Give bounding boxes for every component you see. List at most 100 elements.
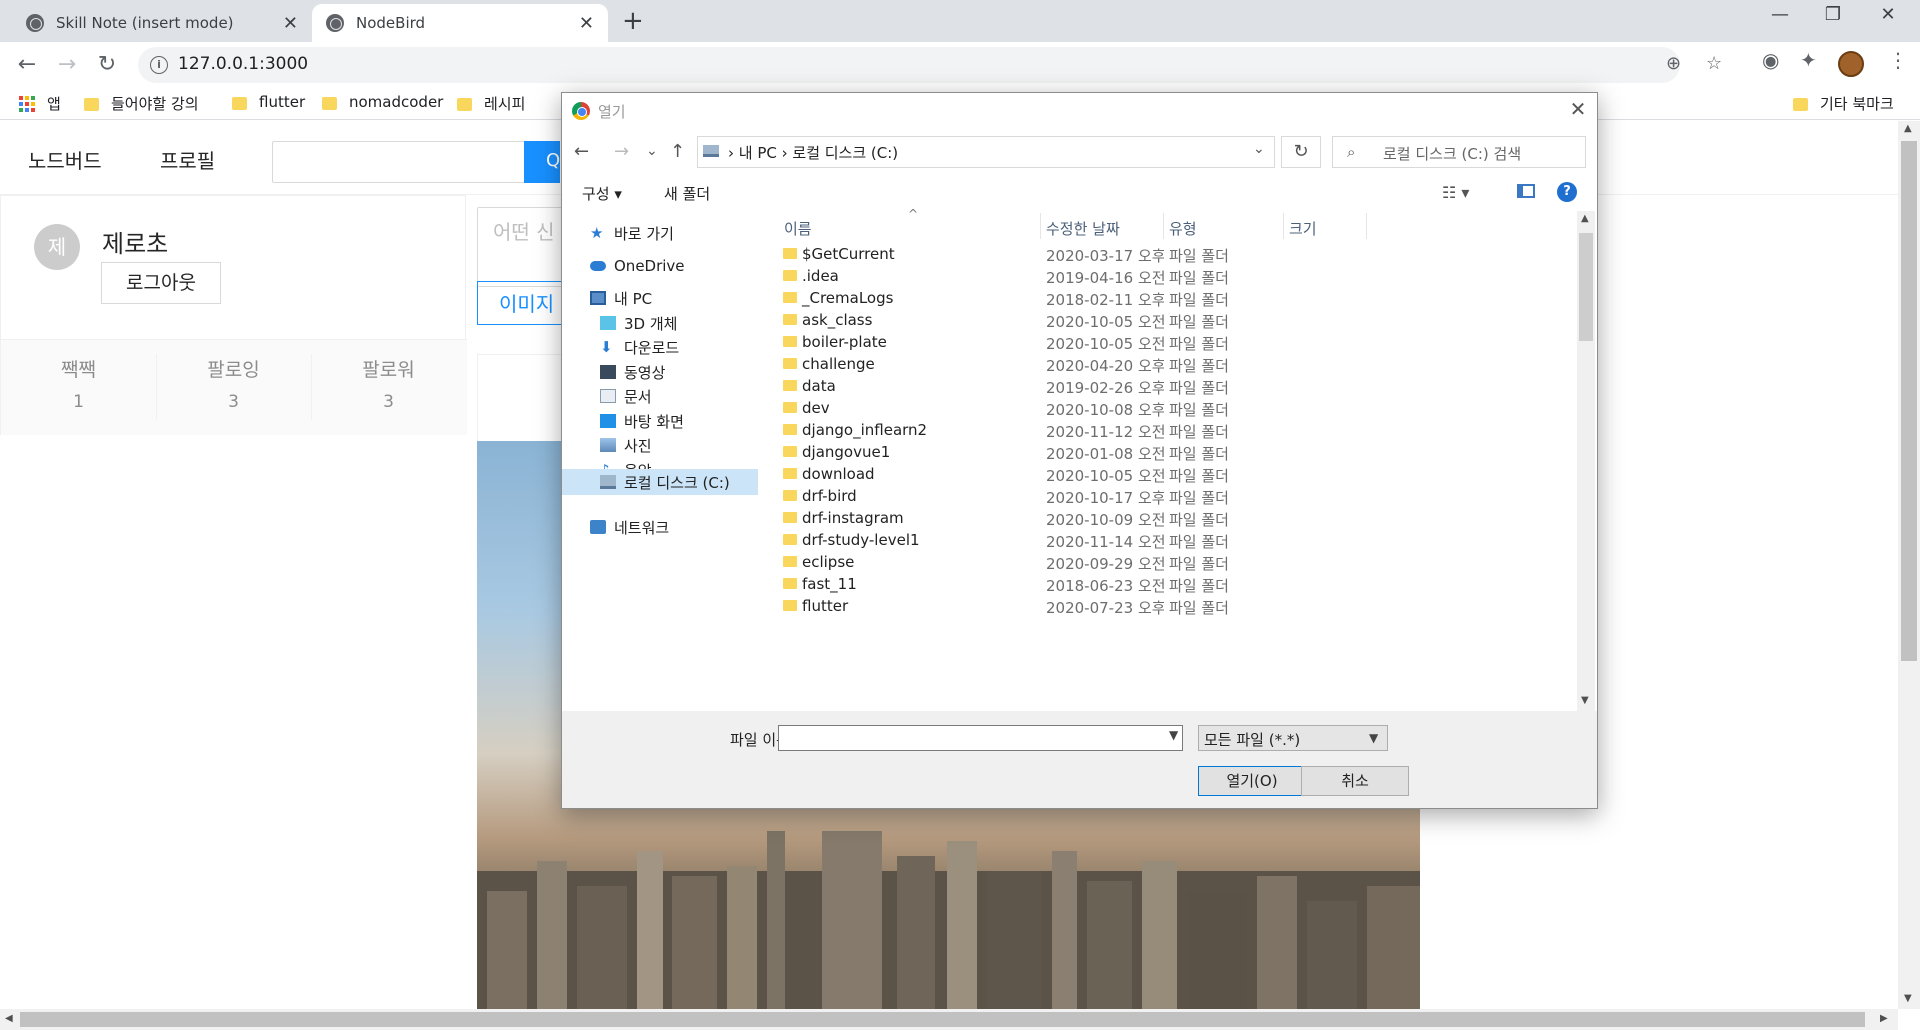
table-row[interactable]: drf-bird 2020-10-17 오후 5... 파일 폴더	[762, 486, 1577, 508]
column-date[interactable]: 수정한 날짜	[1046, 218, 1120, 239]
horizontal-scrollbar[interactable]: ◀ ▶	[0, 1009, 1898, 1030]
dialog-search-input[interactable]: ⌕ 로컬 디스크 (C:) 검색	[1332, 136, 1586, 168]
table-row[interactable]: .idea 2019-04-16 오전 1... 파일 폴더	[762, 266, 1577, 288]
bookmark-apps[interactable]: 앱	[19, 93, 61, 114]
nav-downloads[interactable]: ⬇ 다운로드	[562, 333, 758, 361]
table-row[interactable]: $GetCurrent 2020-03-17 오후 6... 파일 폴더	[762, 244, 1577, 266]
scroll-right-icon[interactable]: ▶	[1880, 1013, 1888, 1024]
column-divider[interactable]	[1283, 213, 1284, 239]
nav-pictures[interactable]: 사진	[562, 431, 758, 459]
table-row[interactable]: djangovue1 2020-01-08 오전 1... 파일 폴더	[762, 442, 1577, 464]
menu-kebab-icon[interactable]: ⋮	[1888, 48, 1908, 72]
tab-nodebird[interactable]: NodeBird ✕	[312, 4, 608, 42]
bookmark-folder[interactable]: flutter	[232, 93, 305, 111]
info-icon[interactable]: i	[150, 56, 168, 74]
table-row[interactable]: ask_class 2020-10-05 오전 7... 파일 폴더	[762, 310, 1577, 332]
cancel-button[interactable]: 취소	[1301, 766, 1409, 796]
help-icon[interactable]: ?	[1557, 182, 1577, 202]
nav-documents[interactable]: 문서	[562, 382, 758, 410]
filename-input[interactable]: ▼	[778, 725, 1183, 751]
menu-profile[interactable]: 프로필	[160, 145, 215, 174]
scroll-left-icon[interactable]: ◀	[5, 1013, 13, 1024]
dialog-address-bar[interactable]: › 내 PC › 로컬 디스크 (C:) ⌄	[697, 136, 1275, 168]
menu-nodebird[interactable]: 노드버드	[28, 145, 102, 174]
chevron-down-icon[interactable]: ▼	[1169, 728, 1178, 742]
new-tab-button[interactable]: +	[622, 6, 644, 36]
nav-local-disk-c[interactable]: 로컬 디스크 (C:)	[562, 469, 758, 495]
table-row[interactable]: boiler-plate 2020-10-05 오전 7... 파일 폴더	[762, 332, 1577, 354]
scroll-up-icon[interactable]: ▲	[1581, 213, 1589, 224]
reload-button[interactable]: ↻	[93, 51, 121, 79]
scroll-down-icon[interactable]: ▼	[1904, 993, 1912, 1004]
vertical-scrollbar[interactable]: ▲ ▼	[1898, 121, 1920, 1009]
column-divider[interactable]	[1366, 213, 1367, 239]
dialog-refresh-button[interactable]: ↻	[1281, 136, 1321, 168]
zoom-icon[interactable]: ⊕	[1666, 53, 1681, 74]
scroll-thumb[interactable]	[1901, 141, 1917, 661]
up-folder-button[interactable]: ↑	[670, 141, 685, 162]
url-text[interactable]: 127.0.0.1:3000	[178, 54, 308, 74]
dialog-close-button[interactable]: ✕	[1564, 97, 1592, 121]
address-bar[interactable]: i 127.0.0.1:3000 ⊕ ☆	[138, 47, 1722, 83]
preview-pane-icon[interactable]	[1517, 184, 1535, 198]
new-folder-button[interactable]: 새 폴더	[664, 183, 710, 204]
bookmark-other[interactable]: 기타 북마크	[1793, 93, 1894, 114]
dialog-forward-button[interactable]: →	[614, 141, 629, 162]
table-row[interactable]: data 2019-02-26 오후 2... 파일 폴더	[762, 376, 1577, 398]
table-row[interactable]: django_inflearn2 2020-11-12 오전 1... 파일 폴더	[762, 420, 1577, 442]
column-type[interactable]: 유형	[1169, 218, 1197, 239]
stat-followers[interactable]: 팔로워 3	[311, 340, 466, 436]
search-input[interactable]	[272, 141, 525, 183]
table-row[interactable]: _CremaLogs 2018-02-11 오후 9... 파일 폴더	[762, 288, 1577, 310]
scroll-thumb[interactable]	[1579, 233, 1593, 341]
table-row[interactable]: challenge 2020-04-20 오후 1... 파일 폴더	[762, 354, 1577, 376]
minimize-button[interactable]: —	[1760, 4, 1800, 25]
bookmark-folder[interactable]: 레시피	[457, 93, 525, 114]
scroll-up-icon[interactable]: ▲	[1904, 123, 1912, 134]
scroll-thumb[interactable]	[20, 1012, 1865, 1027]
column-divider[interactable]	[1040, 213, 1041, 239]
extensions-puzzle-icon[interactable]: ✦	[1800, 48, 1817, 72]
bookmark-folder[interactable]: nomadcoder	[322, 93, 443, 111]
table-row[interactable]: eclipse 2020-09-29 오전 7... 파일 폴더	[762, 552, 1577, 574]
column-divider[interactable]	[1163, 213, 1164, 239]
address-path[interactable]: › 내 PC › 로컬 디스크 (C:)	[728, 142, 898, 163]
window-close-button[interactable]: ✕	[1868, 4, 1908, 25]
profile-avatar-icon[interactable]	[1838, 51, 1864, 77]
chevron-down-icon[interactable]: ▼	[1369, 731, 1378, 745]
search-button[interactable]: Q	[524, 141, 560, 183]
back-button[interactable]: ←	[13, 51, 41, 79]
extension-audio-icon[interactable]: ◉	[1762, 48, 1779, 72]
nav-this-pc[interactable]: 내 PC	[562, 284, 758, 312]
scroll-down-icon[interactable]: ▼	[1581, 695, 1589, 706]
logout-button[interactable]: 로그아웃	[101, 262, 221, 304]
bookmark-folder[interactable]: 들어야할 강의	[84, 93, 199, 114]
table-row[interactable]: flutter 2020-07-23 오후 8... 파일 폴더	[762, 596, 1577, 618]
table-row[interactable]: dev 2020-10-08 오후 4... 파일 폴더	[762, 398, 1577, 420]
table-row[interactable]: drf-instagram 2020-10-09 오전 6... 파일 폴더	[762, 508, 1577, 530]
dialog-back-button[interactable]: ←	[574, 141, 589, 162]
column-name[interactable]: 이름	[784, 218, 812, 239]
file-list-scrollbar[interactable]: ▲ ▼	[1577, 211, 1595, 711]
stat-posts[interactable]: 짹짹 1	[1, 340, 156, 436]
filetype-select[interactable]: 모든 파일 (*.*) ▼	[1198, 725, 1388, 751]
column-size[interactable]: 크기	[1289, 218, 1317, 239]
nav-quick-access[interactable]: ★ 바로 가기	[562, 219, 758, 247]
nav-onedrive[interactable]: OneDrive	[562, 252, 758, 280]
maximize-button[interactable]: ❐	[1813, 4, 1853, 25]
nav-network[interactable]: 네트워크	[562, 513, 758, 541]
table-row[interactable]: download 2020-10-05 오전 9... 파일 폴더	[762, 464, 1577, 486]
bookmark-star-icon[interactable]: ☆	[1706, 53, 1722, 74]
recent-locations-button[interactable]: ⌄	[646, 143, 658, 159]
forward-button[interactable]: →	[53, 51, 81, 79]
chevron-down-icon[interactable]: ⌄	[1253, 141, 1265, 157]
stat-following[interactable]: 팔로잉 3	[156, 340, 311, 436]
table-row[interactable]: fast_11 2018-06-23 오전 5... 파일 폴더	[762, 574, 1577, 596]
open-button[interactable]: 열기(O)	[1198, 766, 1306, 796]
table-row[interactable]: drf-study-level1 2020-11-14 오전 1... 파일 폴더	[762, 530, 1577, 552]
close-icon[interactable]: ✕	[283, 13, 298, 34]
view-options-icon[interactable]: ☷ ▾	[1442, 183, 1469, 202]
close-icon[interactable]: ✕	[579, 13, 594, 34]
organize-button[interactable]: 구성 ▾	[582, 183, 622, 204]
tab-skill-note[interactable]: Skill Note (insert mode) ✕	[12, 4, 312, 42]
